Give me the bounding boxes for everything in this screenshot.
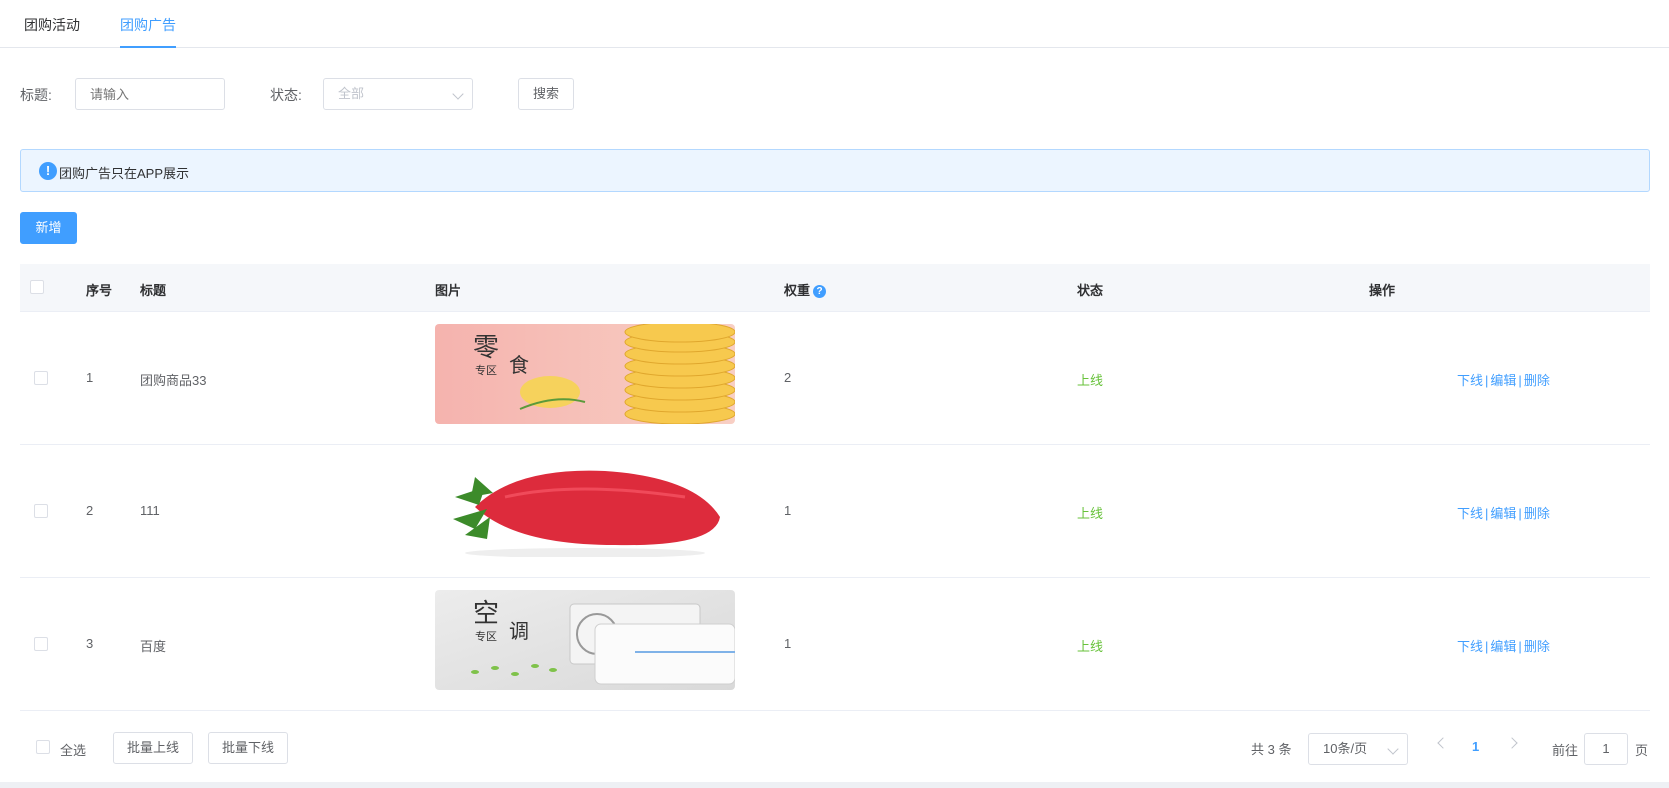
row-status: 上线 — [1077, 639, 1104, 654]
column-header-weight-label: 权重 — [784, 283, 811, 298]
goto-label: 前往 — [1552, 743, 1579, 758]
status-select[interactable]: 全部 — [323, 78, 473, 110]
alert-text: 团购广告只在APP展示 — [59, 166, 190, 181]
edit-link[interactable]: 编辑 — [1490, 639, 1516, 654]
strawberry-image — [435, 457, 735, 557]
row-index: 2 — [86, 503, 94, 518]
chevron-down-icon — [1387, 743, 1399, 755]
row-checkbox[interactable] — [34, 504, 48, 518]
delete-link[interactable]: 删除 — [1524, 639, 1550, 654]
page-unit-label: 页 — [1635, 743, 1649, 758]
title-search-input[interactable] — [75, 78, 225, 110]
row-index: 3 — [86, 636, 94, 651]
select-all-label: 全选 — [60, 743, 87, 758]
next-page-icon[interactable] — [1506, 737, 1518, 749]
row-actions: 下线 | 编辑 | 删除 — [1457, 639, 1550, 654]
main-card: 团购活动 团购广告 标题: 状态: 全部 搜索 ! 团购广告只在APP展示 新增… — [0, 0, 1669, 782]
offline-link[interactable]: 下线 — [1457, 506, 1483, 521]
delete-link[interactable]: 删除 — [1524, 506, 1550, 521]
column-header-weight: 权重? — [784, 280, 827, 299]
page-size-value: 10条/页 — [1323, 741, 1368, 756]
prev-page-icon[interactable] — [1437, 737, 1449, 749]
banner-big-char-2: 调 — [509, 619, 529, 643]
search-button[interactable]: 搜索 — [518, 78, 574, 110]
table-row: 1 团购商品33 零 专区 食 2 上线 下线 | 编辑 | 删除 — [20, 312, 1650, 445]
info-icon: ! — [39, 162, 57, 180]
batch-online-button[interactable]: 批量上线 — [113, 732, 193, 764]
edit-link[interactable]: 编辑 — [1490, 373, 1516, 388]
banner-big-char-2: 食 — [509, 353, 529, 377]
delete-link[interactable]: 删除 — [1524, 373, 1550, 388]
row-checkbox[interactable] — [34, 371, 48, 385]
info-alert: ! 团购广告只在APP展示 — [20, 149, 1650, 192]
status-select-value: 全部 — [338, 86, 365, 101]
column-header-image: 图片 — [435, 283, 462, 298]
status-filter-label: 状态: — [270, 87, 302, 103]
row-weight: 2 — [784, 370, 792, 385]
row-actions: 下线 | 编辑 | 删除 — [1457, 506, 1550, 521]
total-count: 共 3 条 — [1251, 742, 1292, 757]
footer-select-all-checkbox[interactable] — [36, 740, 50, 754]
banner-small-text: 专区 — [475, 363, 497, 377]
row-status: 上线 — [1077, 373, 1104, 388]
row-weight: 1 — [784, 503, 792, 518]
row-status: 上线 — [1077, 506, 1104, 521]
banner-small-text: 专区 — [475, 629, 497, 643]
offline-link[interactable]: 下线 — [1457, 373, 1483, 388]
chevron-down-icon — [452, 88, 464, 100]
column-header-index: 序号 — [86, 283, 113, 298]
tab-group-buy-activity[interactable]: 团购活动 — [24, 15, 80, 35]
tab-bar: 团购活动 团购广告 — [0, 0, 1669, 48]
page-size-select[interactable]: 10条/页 — [1308, 733, 1408, 765]
help-icon[interactable]: ? — [813, 285, 827, 298]
air-conditioner-banner-image: 空 专区 调 — [435, 590, 735, 690]
current-page[interactable]: 1 — [1472, 739, 1479, 754]
row-checkbox[interactable] — [34, 637, 48, 651]
banner-big-char-1: 空 — [473, 599, 499, 629]
table-header: 序号 标题 图片 权重? 状态 操作 — [20, 264, 1650, 312]
row-title: 团购商品33 — [140, 373, 207, 388]
column-header-title: 标题 — [140, 283, 167, 298]
tab-group-buy-ads[interactable]: 团购广告 — [120, 15, 176, 35]
table-row: 2 111 1 上线 下线 | 编辑 | 删除 — [20, 445, 1650, 578]
table-row: 3 百度 空 专区 调 1 上线 下线 | 编辑 | 删除 — [20, 578, 1650, 711]
row-title: 百度 — [140, 639, 167, 654]
batch-offline-button[interactable]: 批量下线 — [208, 732, 288, 764]
row-actions: 下线 | 编辑 | 删除 — [1457, 373, 1550, 388]
snack-banner-image: 零 专区 食 — [435, 324, 735, 424]
goto-page-input[interactable]: 1 — [1584, 733, 1628, 765]
add-button[interactable]: 新增 — [20, 212, 77, 244]
edit-link[interactable]: 编辑 — [1490, 506, 1516, 521]
header-select-all-checkbox[interactable] — [30, 280, 44, 294]
row-weight: 1 — [784, 636, 792, 651]
title-filter-label: 标题: — [20, 87, 52, 103]
row-title: 111 — [140, 503, 160, 518]
banner-big-char-1: 零 — [473, 333, 499, 363]
row-index: 1 — [86, 370, 94, 385]
offline-link[interactable]: 下线 — [1457, 639, 1483, 654]
column-header-status: 状态 — [1077, 283, 1104, 298]
column-header-ops: 操作 — [1369, 283, 1396, 298]
active-tab-indicator — [120, 46, 176, 48]
